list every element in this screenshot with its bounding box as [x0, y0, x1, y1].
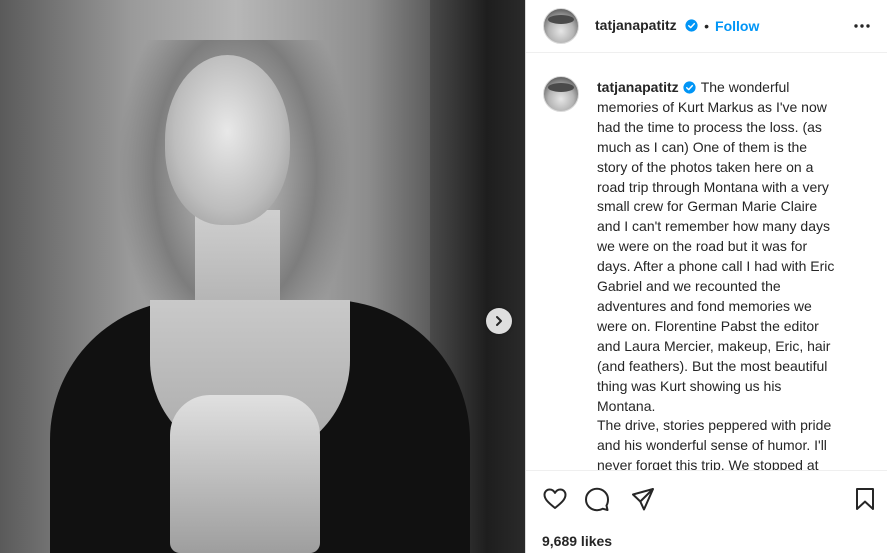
caption-line: The wonderful	[700, 79, 790, 95]
caption-line: The drive, stories peppered with pride	[597, 417, 832, 434]
post-photo[interactable]	[0, 0, 525, 553]
caption-line: and his wonderful sense of humor. I'll	[597, 437, 827, 454]
caption-text: tatjanapatitz The wonderful memories of K…	[597, 78, 862, 470]
likes-count[interactable]: 9,689 likes	[542, 533, 612, 549]
caption-line: were on. Florentine Pabst the editor	[597, 317, 819, 334]
caption-line: story of the photos taken here on a	[597, 158, 814, 175]
caption-line: and I can't remember how many days	[597, 218, 831, 235]
photo-face	[165, 55, 290, 225]
caption-line: had the time to process the loss. (as	[597, 118, 822, 135]
caption-line: much as I can) One of them is the	[597, 138, 808, 155]
caption-line: thing was Kurt showing us his	[597, 377, 782, 394]
header-username[interactable]: tatjanapatitz	[595, 17, 698, 35]
avatar[interactable]	[543, 8, 579, 44]
caption-area[interactable]: tatjanapatitz The wonderful memories of K…	[526, 53, 887, 470]
caption-line: Montana.	[597, 397, 656, 414]
caption-line: never forget this trip. We stopped at	[597, 457, 819, 470]
bookmark-icon[interactable]	[852, 486, 878, 512]
caption-line: and Laura Mercier, makeup, Eric, hair	[597, 337, 831, 354]
post-header: tatjanapatitz • Follow	[526, 0, 887, 53]
actions-divider	[526, 470, 887, 471]
action-bar	[526, 478, 887, 522]
caption-username[interactable]: tatjanapatitz	[597, 79, 679, 95]
caption-line: road trip through Montana with a very	[597, 178, 829, 195]
caption-avatar[interactable]	[543, 76, 579, 112]
verified-badge-icon	[683, 81, 696, 94]
caption-line: we were on the road but it was for	[597, 238, 808, 255]
next-photo-button[interactable]	[486, 308, 512, 334]
verified-badge-icon	[685, 19, 698, 32]
caption-line: Gabriel and we recounted the	[597, 278, 781, 295]
share-icon[interactable]	[630, 486, 656, 512]
username-text[interactable]: tatjanapatitz	[595, 17, 677, 33]
heart-icon[interactable]	[542, 486, 568, 512]
caption-line: days. After a phone call I had with Eric	[597, 258, 835, 275]
chevron-right-icon	[496, 316, 502, 326]
caption-line: adventures and fond memories we	[597, 297, 812, 314]
follow-button[interactable]: Follow	[715, 18, 759, 34]
caption-line: memories of Kurt Markus as I've now	[597, 98, 827, 115]
photo-hands	[170, 395, 320, 553]
more-options-icon[interactable]	[853, 17, 871, 35]
separator-dot: •	[704, 18, 710, 34]
caption-line: small crew for German Marie Claire	[597, 198, 818, 215]
caption-line: (and feathers). But the most beautiful	[597, 357, 828, 374]
comment-icon[interactable]	[584, 486, 610, 512]
